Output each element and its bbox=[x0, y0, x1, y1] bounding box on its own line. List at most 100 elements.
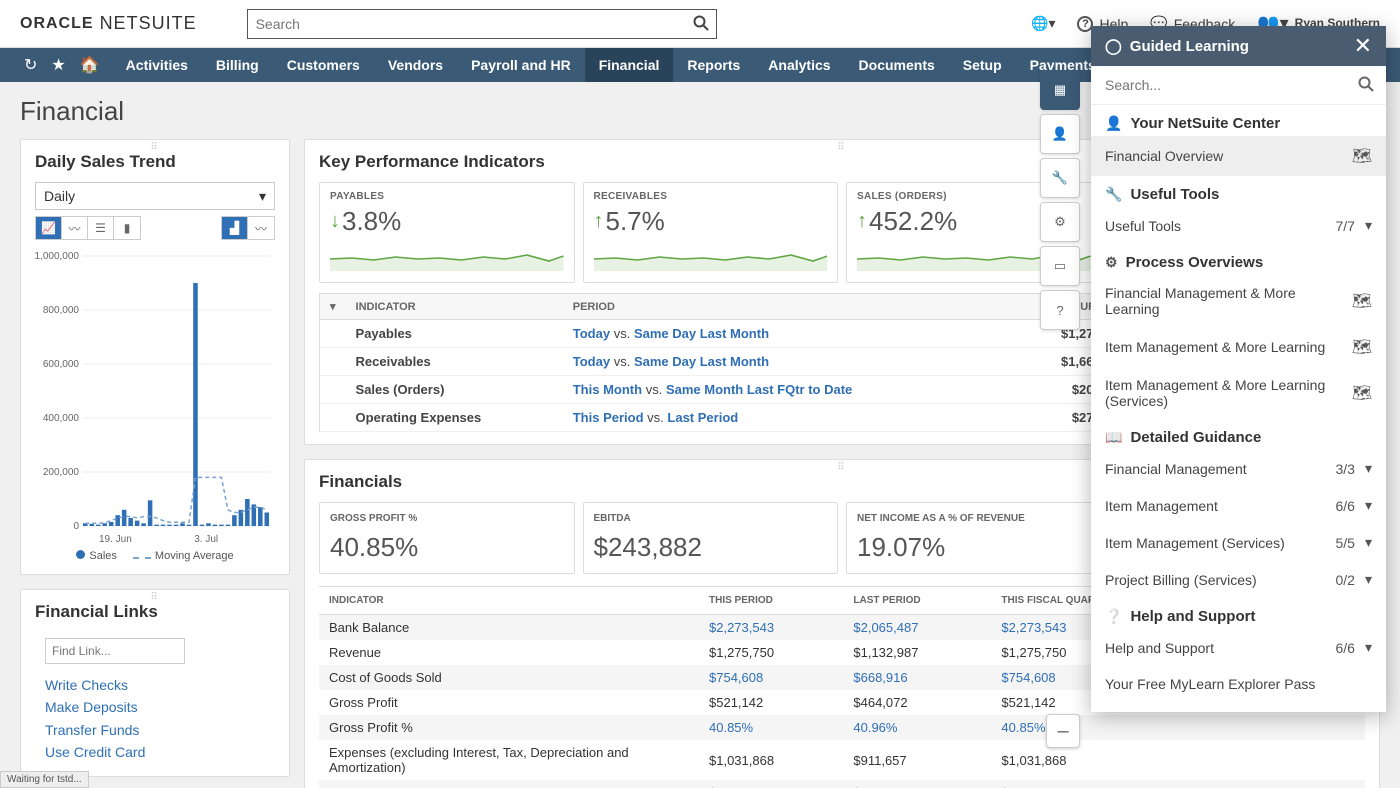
nav-financial[interactable]: Financial bbox=[585, 48, 674, 82]
gl-item-fm-learning[interactable]: Financial Management & More Learning🗺 bbox=[1091, 275, 1386, 327]
gl-flow-icon[interactable]: ⚙ bbox=[1040, 202, 1080, 242]
close-icon[interactable]: ✕ bbox=[1354, 33, 1372, 59]
collapse-icon[interactable]: ▾ bbox=[330, 301, 336, 313]
search-icon[interactable] bbox=[693, 15, 709, 36]
period-link[interactable]: Same Day Last Month bbox=[634, 326, 769, 341]
period-link[interactable]: Today bbox=[573, 354, 610, 369]
nav-billing[interactable]: Billing bbox=[202, 48, 273, 82]
nav-setup[interactable]: Setup bbox=[949, 48, 1016, 82]
period-link[interactable]: Today bbox=[573, 326, 610, 341]
drag-handle-icon[interactable]: ⠿ bbox=[150, 142, 159, 153]
flink-transfer-funds[interactable]: Transfer Funds bbox=[45, 719, 275, 741]
search-input[interactable] bbox=[247, 9, 717, 39]
drag-handle-icon[interactable]: ⠿ bbox=[837, 462, 846, 473]
find-link-input[interactable] bbox=[45, 638, 185, 664]
chevron-down-icon: ▾ bbox=[1365, 497, 1372, 514]
fin-card[interactable]: NET INCOME AS A % OF REVENUE 19.07% bbox=[846, 502, 1102, 574]
gl-item-im-services[interactable]: Item Management & More Learning (Service… bbox=[1091, 367, 1386, 419]
fin-lp[interactable]: $668,916 bbox=[843, 665, 991, 690]
fin-lp[interactable]: 40.96% bbox=[843, 715, 991, 740]
nav-analytics[interactable]: Analytics bbox=[754, 48, 844, 82]
fin-tp: $521,142 bbox=[699, 690, 843, 715]
fin-card[interactable]: GROSS PROFIT % 40.85% bbox=[319, 502, 575, 574]
global-search[interactable] bbox=[247, 9, 717, 39]
fin-tp[interactable]: $2,273,543 bbox=[699, 615, 843, 641]
trend-period-select[interactable]: Daily▾ bbox=[35, 182, 275, 210]
fin-indicator: Gross Profit bbox=[319, 690, 699, 715]
fin-tp[interactable]: $243,882 bbox=[699, 780, 843, 788]
chevron-down-icon: ▾ bbox=[1365, 534, 1372, 551]
gl-wrench-icon[interactable]: 🔧 bbox=[1040, 158, 1080, 198]
nav-reports[interactable]: Reports bbox=[673, 48, 754, 82]
fin-row[interactable]: EBITDA $243,882 $221,331 $243,882 bbox=[319, 780, 1365, 788]
svg-text:1,000,000: 1,000,000 bbox=[35, 251, 79, 262]
line-chart-icon[interactable]: 〰 bbox=[62, 217, 88, 239]
gl-search-input[interactable] bbox=[1091, 66, 1386, 104]
search-icon[interactable] bbox=[1358, 76, 1374, 97]
gl-item-mylearn[interactable]: Your Free MyLearn Explorer Pass bbox=[1091, 666, 1386, 702]
fin-fq[interactable]: $243,882 bbox=[991, 780, 1316, 788]
favorites-icon[interactable]: ★ bbox=[51, 55, 65, 75]
fin-fq[interactable]: 40.85% bbox=[991, 715, 1316, 740]
fin-tp: $1,275,750 bbox=[699, 640, 843, 665]
logo-oracle: ORACLE bbox=[20, 15, 94, 33]
kpi-card[interactable]: RECEIVABLES ↑5.7% bbox=[583, 182, 839, 283]
chevron-down-icon: ▾ bbox=[259, 188, 266, 205]
area-chart-icon[interactable]: 📈 bbox=[36, 217, 62, 239]
bar-chart-icon[interactable]: ▮ bbox=[114, 217, 140, 239]
map-icon: 🗺 bbox=[1352, 291, 1372, 311]
nav-documents[interactable]: Documents bbox=[845, 48, 949, 82]
gl-collapse-button[interactable]: – bbox=[1046, 714, 1080, 748]
fin-tp[interactable]: 40.85% bbox=[699, 715, 843, 740]
gl-item-im[interactable]: Item Management6/6▾ bbox=[1091, 487, 1386, 524]
period-link[interactable]: Same Day Last Month bbox=[634, 354, 769, 369]
fin-row[interactable]: Expenses (excluding Interest, Tax, Depre… bbox=[319, 740, 1365, 780]
flink-write-checks[interactable]: Write Checks bbox=[45, 674, 275, 696]
flink-use-credit-card[interactable]: Use Credit Card bbox=[45, 741, 275, 763]
fin-tp[interactable]: $754,608 bbox=[699, 665, 843, 690]
recent-icon[interactable]: ↻ bbox=[24, 55, 37, 75]
sparkline bbox=[594, 241, 828, 271]
period-link[interactable]: Last Period bbox=[667, 410, 738, 425]
period-link[interactable]: Same Month Last FQtr to Date bbox=[666, 382, 852, 397]
gl-item-useful-tools[interactable]: Useful Tools7/7▾ bbox=[1091, 207, 1386, 244]
gl-grid-icon[interactable]: ▦ bbox=[1040, 70, 1080, 110]
gl-item-help[interactable]: Help and Support6/6▾ bbox=[1091, 629, 1386, 666]
fin-lp[interactable]: $2,065,487 bbox=[843, 615, 991, 641]
period-link[interactable]: This Month bbox=[573, 382, 642, 397]
nav-payroll-and-hr[interactable]: Payroll and HR bbox=[457, 48, 585, 82]
fin-lp[interactable]: $221,331 bbox=[843, 780, 991, 788]
language-icon[interactable]: 🌐▾ bbox=[1031, 15, 1055, 32]
th-last-period: LAST PERIOD bbox=[843, 587, 991, 615]
chart-type-toolbar-right: ▟ 〰 bbox=[221, 216, 275, 240]
gl-help-icon[interactable]: ? bbox=[1040, 290, 1080, 330]
gl-user-icon[interactable]: 👤 bbox=[1040, 114, 1080, 154]
gl-item-im-learning[interactable]: Item Management & More Learning🗺 bbox=[1091, 327, 1386, 367]
th-period: PERIOD bbox=[563, 294, 1010, 320]
nav-activities[interactable]: Activities bbox=[112, 48, 202, 82]
list-icon[interactable]: ☰ bbox=[88, 217, 114, 239]
drag-handle-icon[interactable]: ⠿ bbox=[150, 592, 159, 603]
fin-extra bbox=[1316, 780, 1365, 788]
area-fill-icon[interactable]: ▟ bbox=[222, 217, 248, 239]
drag-handle-icon[interactable]: ⠿ bbox=[837, 142, 846, 153]
fin-indicator: EBITDA bbox=[319, 780, 699, 788]
kpi-card[interactable]: PAYABLES ↓3.8% bbox=[319, 182, 575, 283]
gl-book-icon[interactable]: ▭ bbox=[1040, 246, 1080, 286]
fin-card[interactable]: EBITDA $243,882 bbox=[583, 502, 839, 574]
period-link[interactable]: This Period bbox=[573, 410, 644, 425]
flink-make-deposits[interactable]: Make Deposits bbox=[45, 696, 275, 718]
fin-row[interactable]: Gross Profit % 40.85% 40.96% 40.85% bbox=[319, 715, 1365, 740]
legend-ma: Moving Average bbox=[133, 550, 234, 562]
kpi-value: ↓3.8% bbox=[330, 206, 564, 237]
gl-item-pb[interactable]: Project Billing (Services)0/2▾ bbox=[1091, 561, 1386, 598]
gl-item-im-svc[interactable]: Item Management (Services)5/5▾ bbox=[1091, 524, 1386, 561]
kpi-indicator: Payables bbox=[346, 320, 563, 348]
home-icon[interactable]: 🏠 bbox=[80, 55, 100, 75]
gl-item-financial-overview[interactable]: Financial Overview🗺 bbox=[1091, 136, 1386, 176]
nav-vendors[interactable]: Vendors bbox=[374, 48, 457, 82]
svg-text:600,000: 600,000 bbox=[43, 359, 80, 370]
nav-customers[interactable]: Customers bbox=[273, 48, 374, 82]
line-only-icon[interactable]: 〰 bbox=[248, 217, 274, 239]
gl-item-fm[interactable]: Financial Management3/3▾ bbox=[1091, 450, 1386, 487]
